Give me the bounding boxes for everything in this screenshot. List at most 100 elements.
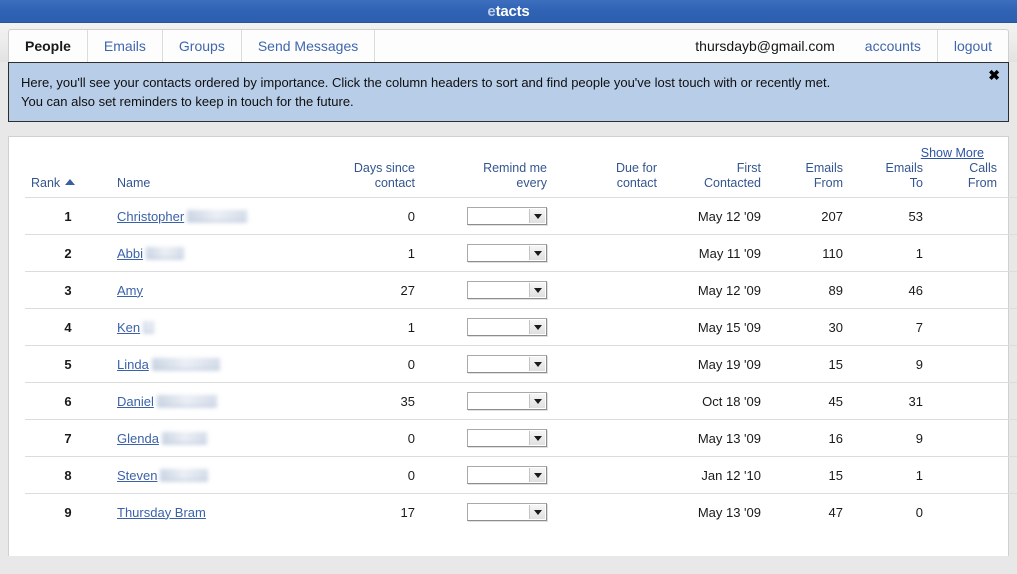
cell-first-contacted: Oct 18 '09 xyxy=(663,383,767,420)
redacted-last-name xyxy=(160,469,208,481)
cell-name: Daniel xyxy=(111,383,291,420)
remind-interval-select[interactable] xyxy=(467,355,547,373)
column-header-rank-label: Rank xyxy=(31,176,60,190)
cell-emails-to: 7 xyxy=(849,309,929,346)
remind-interval-select[interactable] xyxy=(467,392,547,410)
column-header-remind-me-every[interactable]: Remind me every xyxy=(421,161,553,198)
table-row: 8Steven 0Jan 12 '10151More xyxy=(25,457,1017,494)
table-row: 7Glenda 0May 13 '09169More xyxy=(25,420,1017,457)
chevron-down-icon xyxy=(529,209,545,223)
contacts-table-head: Rank Name Days since contact Remind me e… xyxy=(25,161,1017,198)
cell-due-for-contact xyxy=(553,309,663,346)
cell-first-contacted: Jan 12 '10 xyxy=(663,457,767,494)
cell-name: Amy xyxy=(111,272,291,309)
redacted-last-name xyxy=(146,247,184,259)
cell-name: Linda xyxy=(111,346,291,383)
cell-emails-from: 30 xyxy=(767,309,849,346)
banner-container: Here, you'll see your contacts ordered b… xyxy=(0,62,1017,122)
table-row: 9Thursday Bram17May 13 '09470More xyxy=(25,494,1017,531)
cell-name: Steven xyxy=(111,457,291,494)
close-icon[interactable]: ✖ xyxy=(988,68,1000,82)
remind-interval-select[interactable] xyxy=(467,503,547,521)
cell-name: Christopher xyxy=(111,198,291,235)
remind-interval-select[interactable] xyxy=(467,244,547,262)
remind-interval-select[interactable] xyxy=(467,429,547,447)
contact-name-link[interactable]: Glenda xyxy=(117,431,207,446)
cell-remind-me-every xyxy=(421,457,553,494)
cell-rank: 2 xyxy=(25,235,111,272)
contact-name-link[interactable]: Ken xyxy=(117,320,154,335)
contact-name-link[interactable]: Christopher xyxy=(117,209,247,224)
cell-emails-from: 15 xyxy=(767,457,849,494)
cell-emails-to: 1 xyxy=(849,235,929,272)
tab-people[interactable]: People xyxy=(9,30,88,62)
cell-rank: 8 xyxy=(25,457,111,494)
column-header-emails-from[interactable]: Emails From xyxy=(767,161,849,198)
contact-name-link[interactable]: Abbi xyxy=(117,246,184,261)
column-header-calls-from[interactable]: Calls From xyxy=(929,161,1003,198)
cell-emails-from: 89 xyxy=(767,272,849,309)
cell-rank: 6 xyxy=(25,383,111,420)
cell-calls-to xyxy=(1003,198,1017,235)
chevron-down-icon xyxy=(529,283,545,297)
redacted-last-name xyxy=(187,210,247,222)
cell-days-since-contact: 0 xyxy=(291,346,421,383)
cell-calls-to xyxy=(1003,235,1017,272)
chevron-down-icon xyxy=(529,468,545,482)
cell-calls-from xyxy=(929,235,1003,272)
accounts-link[interactable]: accounts xyxy=(849,30,937,62)
tab-emails[interactable]: Emails xyxy=(88,30,163,62)
show-more-link[interactable]: Show More xyxy=(921,146,984,160)
chevron-down-icon xyxy=(529,320,545,334)
column-header-name[interactable]: Name xyxy=(111,161,291,198)
tab-people-label: People xyxy=(25,38,71,54)
account-email: thursdayb@gmail.com xyxy=(685,30,849,62)
remind-interval-select[interactable] xyxy=(467,207,547,225)
table-row: 1Christopher 0May 12 '0920753More xyxy=(25,198,1017,235)
brand-bar: etacts xyxy=(0,0,1017,23)
cell-first-contacted: May 11 '09 xyxy=(663,235,767,272)
cell-first-contacted: May 12 '09 xyxy=(663,272,767,309)
contact-name-link[interactable]: Thursday Bram xyxy=(117,505,206,520)
cell-first-contacted: May 13 '09 xyxy=(663,494,767,531)
column-header-rank[interactable]: Rank xyxy=(25,161,111,198)
remind-interval-select[interactable] xyxy=(467,466,547,484)
column-header-calls-to[interactable]: Calls To xyxy=(1003,161,1017,198)
column-header-emails-to[interactable]: Emails To xyxy=(849,161,929,198)
nav-bar: People Emails Groups Send Messages thurs… xyxy=(8,29,1009,62)
contacts-header-row: Rank Name Days since contact Remind me e… xyxy=(25,161,1017,198)
logo-prefix: e xyxy=(487,3,495,20)
redacted-last-name xyxy=(152,358,220,370)
tab-emails-label: Emails xyxy=(104,38,146,54)
nav-bar-container: People Emails Groups Send Messages thurs… xyxy=(0,23,1017,62)
contact-name-link[interactable]: Daniel xyxy=(117,394,217,409)
cell-days-since-contact: 1 xyxy=(291,235,421,272)
contact-name-link[interactable]: Amy xyxy=(117,283,143,298)
contact-name-link[interactable]: Steven xyxy=(117,468,208,483)
column-header-due-for-contact[interactable]: Due for contact xyxy=(553,161,663,198)
cell-calls-from xyxy=(929,346,1003,383)
remind-interval-select[interactable] xyxy=(467,281,547,299)
cell-emails-to: 53 xyxy=(849,198,929,235)
cell-rank: 1 xyxy=(25,198,111,235)
cell-name: Abbi xyxy=(111,235,291,272)
cell-days-since-contact: 0 xyxy=(291,198,421,235)
logout-link[interactable]: logout xyxy=(937,30,1008,62)
cell-due-for-contact xyxy=(553,420,663,457)
cell-first-contacted: May 13 '09 xyxy=(663,420,767,457)
cell-due-for-contact xyxy=(553,494,663,531)
column-header-days-since-contact[interactable]: Days since contact xyxy=(291,161,421,198)
cell-emails-from: 47 xyxy=(767,494,849,531)
remind-interval-select[interactable] xyxy=(467,318,547,336)
tab-groups[interactable]: Groups xyxy=(163,30,242,62)
cell-due-for-contact xyxy=(553,346,663,383)
column-header-first-contacted[interactable]: First Contacted xyxy=(663,161,767,198)
cell-remind-me-every xyxy=(421,494,553,531)
cell-remind-me-every xyxy=(421,235,553,272)
contact-name-link[interactable]: Linda xyxy=(117,357,220,372)
contacts-panel: Show More Rank Name Days since contact R… xyxy=(8,136,1009,556)
banner-line-1: Here, you'll see your contacts ordered b… xyxy=(21,73,978,92)
tab-send-messages[interactable]: Send Messages xyxy=(242,30,375,62)
cell-remind-me-every xyxy=(421,346,553,383)
sort-ascending-icon xyxy=(65,179,75,185)
